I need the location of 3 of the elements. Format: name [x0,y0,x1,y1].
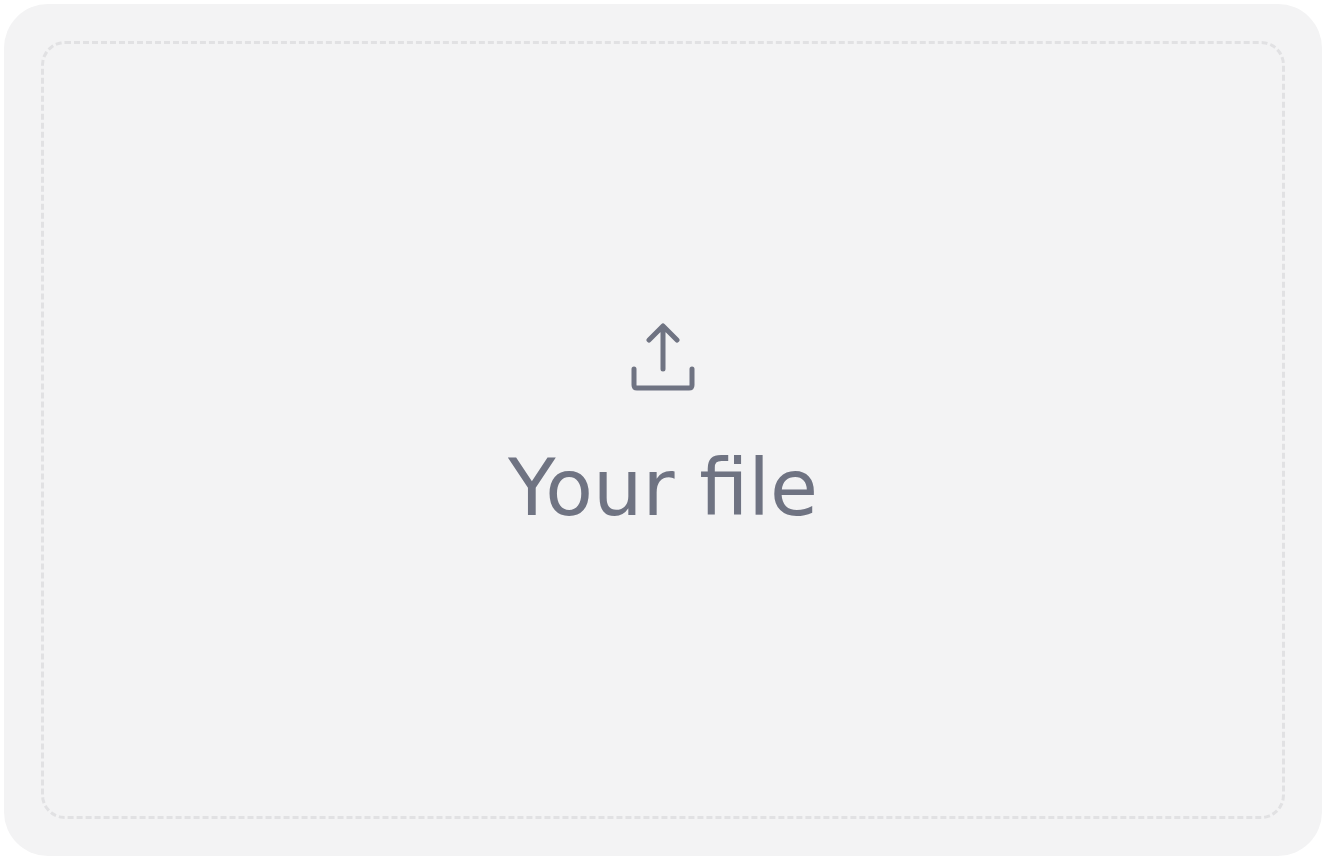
upload-icon [630,323,696,391]
upload-label: Your file [507,449,819,527]
drop-zone[interactable]: Your file [41,41,1285,819]
